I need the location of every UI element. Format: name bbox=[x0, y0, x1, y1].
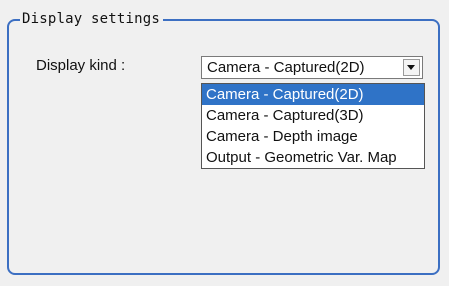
dropdown-option-camera-captured-2d[interactable]: Camera - Captured(2D) bbox=[202, 84, 424, 105]
dropdown-option-output-geometric-var-map[interactable]: Output - Geometric Var. Map bbox=[202, 147, 424, 168]
display-kind-selected-value: Camera - Captured(2D) bbox=[207, 59, 365, 76]
display-kind-select[interactable]: Camera - Captured(2D) bbox=[201, 56, 423, 79]
display-kind-label: Display kind : bbox=[36, 57, 126, 74]
dropdown-option-camera-depth-image[interactable]: Camera - Depth image bbox=[202, 126, 424, 147]
display-settings-title: Display settings bbox=[20, 10, 164, 28]
dropdown-option-camera-captured-3d[interactable]: Camera - Captured(3D) bbox=[202, 105, 424, 126]
chevron-down-icon bbox=[407, 65, 415, 70]
dropdown-button[interactable] bbox=[403, 59, 420, 76]
display-kind-dropdown-list: Camera - Captured(2D) Camera - Captured(… bbox=[201, 83, 425, 169]
